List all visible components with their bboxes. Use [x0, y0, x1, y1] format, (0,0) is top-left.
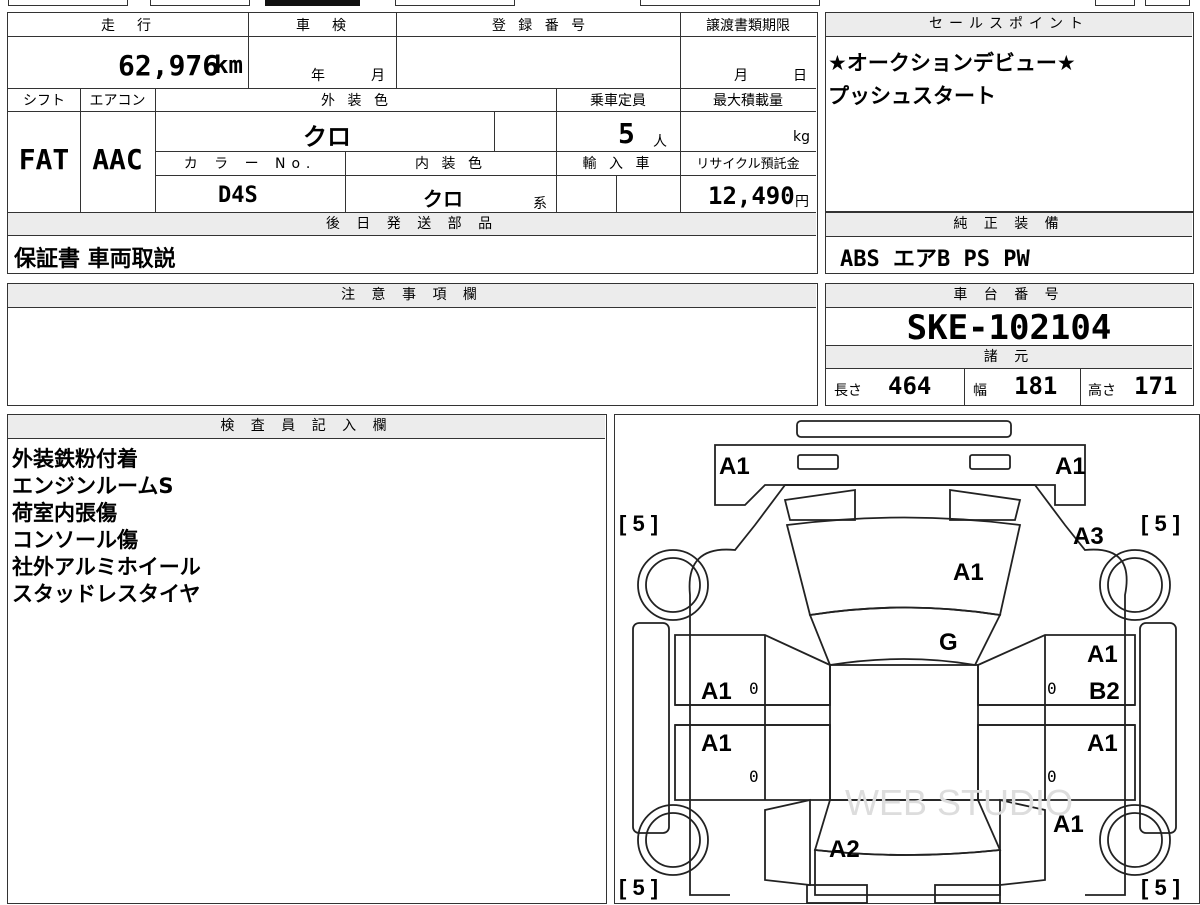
inspector-line-4: コンソール傷 [12, 528, 138, 552]
aircon-value: AAC [92, 143, 143, 176]
mileage-value: 62,976 [118, 49, 220, 82]
mileage-label: 走 行 [101, 18, 155, 34]
sales-point-box: セールスポイント ★オークションデビュー★ プッシュスタート [825, 12, 1194, 212]
damage-left-rear-door: A1 [701, 730, 732, 757]
sales-point-label: セールスポイント [826, 13, 1192, 37]
damage-right-front-fender: A3 [1073, 523, 1104, 550]
capacity-label: 乗車定員 [590, 93, 646, 109]
damage-left-front-door: A1 [701, 678, 732, 705]
interior-value: クロ [423, 187, 463, 211]
inspection-month: 月 [371, 68, 385, 84]
damage-right-front-door-2: B2 [1089, 678, 1120, 705]
damage-front-left-corner: A1 [719, 453, 750, 480]
inspector-label: 検 査 員 記 入 欄 [8, 415, 605, 439]
color-no-label: カ ラ ー No. [183, 156, 317, 172]
equipment-box: 純 正 装 備 ABS エアB PS PW [825, 212, 1194, 274]
exterior-label: 外 装 色 [321, 93, 392, 109]
inspection-label: 車 検 [296, 18, 350, 34]
height-value: 171 [1134, 372, 1178, 400]
damage-right-rear-fender: A1 [1053, 811, 1084, 838]
zero-mark-left-rear: 0 [749, 767, 759, 786]
damage-front-right-corner: A1 [1055, 453, 1086, 480]
registration-label: 登 録 番 号 [491, 18, 590, 34]
height-label: 高さ [1088, 383, 1116, 399]
damage-rear-hatch: A2 [829, 836, 860, 863]
inspection-year: 年 [311, 68, 325, 84]
inspector-line-2: エンジンルームS [12, 474, 174, 498]
damage-hood: A1 [953, 559, 984, 586]
watermark: WEB STUDIO [845, 782, 1073, 823]
inspector-line-6: スタッドレスタイヤ [12, 582, 201, 606]
capacity-unit: 人 [653, 134, 667, 150]
inspector-line-1: 外装鉄粉付着 [12, 447, 138, 471]
equipment-label: 純 正 装 備 [826, 213, 1192, 237]
inspector-line-3: 荷室内張傷 [12, 501, 117, 525]
transfer-label: 譲渡書類期限 [706, 18, 790, 34]
recycle-unit: 円 [795, 194, 809, 210]
transfer-day: 日 [793, 68, 807, 84]
notes-box: 注 意 事 項 欄 [7, 283, 818, 406]
color-no-value: D4S [218, 183, 258, 208]
length-label: 長さ [834, 383, 862, 399]
sales-point-line-2: プッシュスタート [828, 84, 996, 108]
interior-unit: 系 [533, 196, 547, 212]
length-value: 464 [888, 372, 932, 400]
sales-point-line-1: ★オークションデビュー★ [828, 51, 1076, 75]
chassis-label: 車 台 番 号 [826, 284, 1192, 308]
width-label: 幅 [973, 383, 987, 399]
specs-label: 諸 元 [826, 346, 1192, 369]
tire-rear-right: [ 5 ] [1141, 875, 1181, 900]
shift-label: シフト [23, 93, 65, 109]
transfer-month: 月 [734, 68, 748, 84]
chassis-value: SKE-102104 [906, 308, 1112, 348]
aircon-label: エアコン [89, 93, 146, 109]
later-parts-label: 後 日 発 送 部 品 [8, 213, 816, 236]
inspector-line-5: 社外アルミホイール [12, 555, 201, 579]
later-parts-value: 保証書 車両取説 [14, 247, 176, 272]
zero-mark-left-front: 0 [749, 679, 759, 698]
payload-label: 最大積載量 [713, 93, 783, 109]
payload-unit: kg [793, 129, 810, 145]
tire-rear-left: [ 5 ] [619, 875, 659, 900]
notes-label: 注 意 事 項 欄 [8, 284, 816, 308]
vehicle-info-table: 走 行 車 検 登 録 番 号 譲渡書類期限 62,976 km 年 月 月 日… [7, 12, 818, 274]
tire-front-left: [ 5 ] [619, 511, 659, 536]
chassis-box: 車 台 番 号 SKE-102104 諸 元 長さ 464 幅 181 高さ 1… [825, 283, 1194, 406]
car-diagram-box: WEB STUDIO [ 5 ] [ 5 ] [ 5 ] [ 5 ] A1 A1… [614, 414, 1200, 904]
tire-front-right: [ 5 ] [1141, 511, 1181, 536]
damage-right-front-door-1: A1 [1087, 641, 1118, 668]
import-label: 輸 入 車 [582, 156, 654, 172]
mileage-unit: km [214, 51, 243, 79]
recycle-label: リサイクル預託金 [696, 157, 800, 172]
damage-right-rear-door: A1 [1087, 730, 1118, 757]
capacity-value: 5 [618, 117, 635, 150]
equipment-value: ABS エアB PS PW [840, 247, 1030, 272]
zero-mark-right-rear: 0 [1047, 767, 1057, 786]
recycle-value: 12,490 [708, 182, 795, 210]
top-strip [0, 0, 1200, 8]
interior-label: 内 装 色 [415, 156, 486, 172]
zero-mark-right-front: 0 [1047, 679, 1057, 698]
inspector-box: 検 査 員 記 入 欄 外装鉄粉付着 エンジンルームS 荷室内張傷 コンソール傷… [7, 414, 607, 904]
damage-windshield: G [939, 629, 958, 656]
shift-value: FAT [18, 143, 70, 176]
width-value: 181 [1014, 372, 1058, 400]
exterior-value: クロ [303, 123, 351, 151]
